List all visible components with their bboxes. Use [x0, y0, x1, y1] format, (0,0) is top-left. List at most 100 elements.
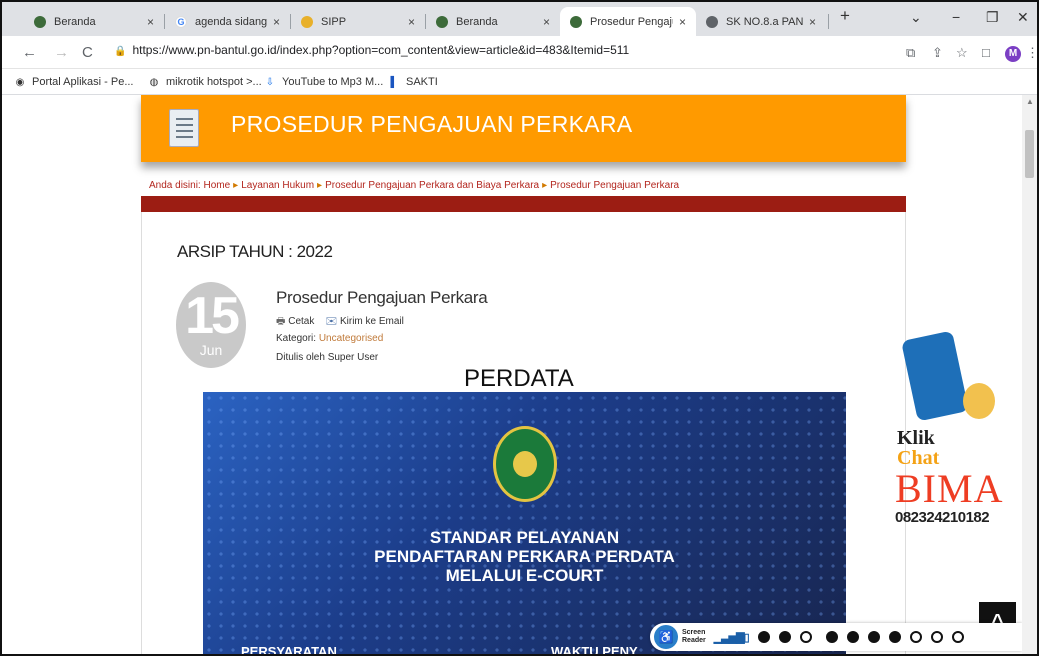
close-icon[interactable]: × [809, 15, 816, 29]
sipp-favicon-icon [301, 15, 313, 28]
close-window-button[interactable]: ✕ [1017, 9, 1029, 26]
phone-illustration-icon [901, 330, 969, 422]
mail-icon: ✉ [325, 316, 338, 327]
tab-agenda-sidang[interactable]: G agenda sidang pn × [165, 7, 290, 36]
reload-button[interactable]: C [82, 44, 93, 61]
screen-reader-label-1: Screen [682, 629, 706, 636]
court-seal-logo [493, 426, 557, 502]
address-bar[interactable]: 🔒 https://www.pn-bantul.go.id/index.php?o… [114, 43, 974, 63]
page-title: PROSEDUR PENGAJUAN PERKARA [231, 111, 633, 137]
article-title[interactable]: Prosedur Pengajuan Perkara [276, 288, 488, 308]
volume-bars-icon[interactable]: ▁▃▅▇▯ [714, 631, 750, 644]
tab-beranda-2[interactable]: Beranda × [426, 7, 560, 36]
page-viewport: PROSEDUR PENGAJUAN PERKARA Anda disini: … [2, 95, 1022, 656]
tab-label: agenda sidang pn [195, 15, 267, 28]
browser-window: Beranda × G agenda sidang pn × SIPP × Be… [0, 0, 1039, 656]
restore-button[interactable]: ❐ [986, 9, 999, 26]
bookmark-label: mikrotik hotspot >... [166, 76, 262, 88]
mikrotik-icon: ◍ [149, 76, 159, 88]
tab-label: Beranda [54, 15, 96, 28]
cloud-download-icon: ⇩ [265, 76, 275, 88]
profile-avatar[interactable]: M [1005, 46, 1021, 62]
lock-icon: 🔒 [114, 46, 127, 57]
tab-beranda-1[interactable]: Beranda × [24, 7, 164, 36]
bookmark-mikrotik[interactable]: ◍ mikrotik hotspot >... [148, 76, 262, 88]
invert-icon[interactable] [951, 631, 964, 643]
google-icon: G [175, 15, 187, 28]
scrollbar-thumb[interactable] [1025, 130, 1034, 178]
bookmark-portal-aplikasi[interactable]: ◉ Portal Aplikasi - Pe... [14, 76, 134, 88]
tab-sk-panjar[interactable]: SK NO.8.a PANJAR × [696, 7, 826, 36]
email-action[interactable]: ✉ Kirim ke Email [325, 316, 403, 327]
font-increase-icon[interactable] [825, 631, 838, 643]
banner-line-3: MELALUI E-COURT [445, 566, 604, 585]
tab-label: SIPP [321, 15, 347, 28]
chat-bima-widget[interactable]: Klik Chat BIMA 082324210182 [895, 330, 1015, 565]
close-icon[interactable]: × [679, 15, 686, 29]
minimize-button[interactable]: − [952, 9, 960, 25]
article-actions: 🖶 Cetak ✉ Kirim ke Email [276, 314, 404, 331]
globe-icon [706, 15, 718, 28]
site-favicon-icon [34, 15, 46, 28]
chat-widget-phone: 082324210182 [895, 509, 990, 526]
side-panel-icon[interactable]: □ [982, 45, 990, 60]
font-decrease-icon[interactable] [846, 631, 859, 643]
breadcrumb-layanan-hukum-link[interactable]: Layanan Hukum [241, 180, 314, 191]
mascot-illustration [963, 383, 995, 419]
breadcrumb: Anda disini: Home ▸ Layanan Hukum ▸ Prosedur… [149, 180, 679, 191]
breadcrumb-separator: ▸ [233, 180, 239, 191]
close-icon[interactable]: × [147, 15, 154, 29]
page-scrollbar[interactable]: ▲ [1022, 95, 1037, 654]
tab-label: Prosedur Pengajuan [590, 15, 673, 28]
menu-kebab-icon[interactable]: ⋮ [1026, 45, 1037, 61]
category-link[interactable]: Uncategorised [319, 333, 383, 344]
banner-line-2: PENDAFTARAN PERKARA PERDATA [374, 547, 675, 566]
tab-sipp[interactable]: SIPP × [291, 7, 425, 36]
close-icon[interactable]: × [543, 15, 550, 29]
tab-search-button[interactable]: ⌄ [910, 9, 922, 26]
breadcrumb-home-link[interactable]: Home [203, 180, 230, 191]
font-style-icon[interactable] [888, 631, 901, 643]
close-icon[interactable]: × [273, 15, 280, 29]
pause-icon[interactable] [778, 631, 791, 643]
sakti-icon: ▌ [390, 76, 398, 88]
banner-persyaratan-label: PERSYARATAN [241, 644, 337, 656]
close-icon[interactable]: × [408, 15, 415, 29]
translate-icon[interactable]: ⧉ [906, 45, 915, 61]
forward-button[interactable]: → [54, 44, 69, 61]
screen-reader-label: Screen Reader [682, 629, 706, 645]
scroll-up-icon[interactable]: ▲ [1026, 97, 1034, 106]
breadcrumb-prosedur-biaya-link[interactable]: Prosedur Pengajuan Perkara dan Biaya Per… [325, 180, 539, 191]
share-icon[interactable]: ⇪ [932, 45, 943, 61]
accessibility-icon[interactable]: ♿ [654, 625, 678, 649]
category-label: Kategori: [276, 333, 317, 344]
tab-prosedur-pengajuan[interactable]: Prosedur Pengajuan × [560, 7, 696, 36]
breadcrumb-separator: ▸ [317, 180, 323, 191]
bookmark-sakti[interactable]: ▌ SAKTI [388, 76, 438, 88]
stop-icon[interactable] [799, 631, 812, 643]
breadcrumb-separator: ▸ [542, 180, 548, 191]
page-header-banner: PROSEDUR PENGAJUAN PERKARA [141, 95, 906, 162]
bookmark-youtube-mp3[interactable]: ⇩ YouTube to Mp3 M... [264, 76, 384, 88]
tab-label: Beranda [456, 15, 498, 28]
bookmark-label: SAKTI [406, 76, 438, 88]
date-badge: 15 Jun [176, 282, 246, 368]
globe-icon: ◉ [15, 76, 25, 88]
play-icon[interactable] [757, 631, 770, 643]
grayscale-icon[interactable] [930, 631, 943, 643]
breadcrumb-current: Prosedur Pengajuan Perkara [550, 180, 680, 191]
font-reset-icon[interactable] [867, 631, 880, 643]
contrast-icon[interactable] [909, 631, 922, 643]
archive-year-heading: ARSIP TAHUN : 2022 [177, 242, 333, 261]
bookmark-label: Portal Aplikasi - Pe... [32, 76, 134, 88]
bookmark-star-icon[interactable]: ☆ [956, 45, 968, 61]
back-button[interactable]: ← [22, 44, 37, 61]
tab-strip: Beranda × G agenda sidang pn × SIPP × Be… [2, 2, 1037, 36]
banner-line-1: STANDAR PELAYANAN [429, 528, 620, 547]
print-action[interactable]: 🖶 Cetak [276, 316, 314, 327]
email-label: Kirim ke Email [339, 316, 404, 327]
print-label: Cetak [288, 316, 315, 327]
url-text: https://www.pn-bantul.go.id/index.php?op… [132, 43, 630, 57]
document-icon [169, 109, 199, 147]
new-tab-button[interactable]: + [840, 6, 850, 26]
